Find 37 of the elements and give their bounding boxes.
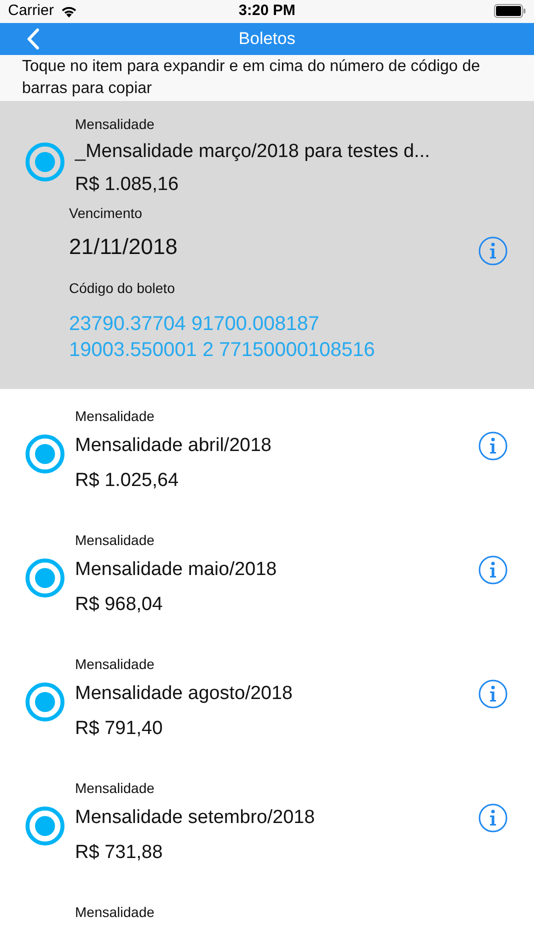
- radio-icon[interactable]: [24, 558, 64, 598]
- info-icon[interactable]: [478, 236, 508, 266]
- item-category: Mensalidade: [75, 115, 156, 133]
- info-icon[interactable]: [478, 431, 508, 461]
- item-amount: R$ 968,04: [75, 593, 164, 617]
- battery-icon: [494, 4, 526, 18]
- radio-icon[interactable]: [24, 682, 64, 722]
- item-category: Mensalidade: [75, 531, 156, 549]
- item-title: _Mensalidade março/2018 para testes d...: [75, 140, 430, 164]
- item-title: Mensalidade maio/2018: [75, 558, 277, 582]
- item-title: Mensalidade agosto/2018: [75, 682, 293, 706]
- item-category: Mensalidade: [75, 407, 156, 425]
- info-icon[interactable]: [478, 803, 508, 833]
- radio-icon[interactable]: [24, 434, 64, 474]
- clock-time: 3:20 PM: [238, 1, 296, 21]
- item-amount: R$ 731,88: [75, 841, 164, 865]
- carrier-label: Carrier: [8, 1, 54, 21]
- item-amount: R$ 1.025,64: [75, 469, 180, 493]
- due-date: 21/11/2018: [69, 232, 178, 260]
- due-label: Vencimento: [69, 204, 144, 223]
- item-amount: R$ 791,40: [75, 717, 164, 741]
- radio-icon[interactable]: [24, 142, 64, 182]
- back-chevron-icon: [26, 28, 40, 50]
- item-category: Mensalidade: [75, 903, 156, 921]
- instructions-text: Toque no item para expandir e em cima do número de código de barras para copiar: [22, 57, 482, 100]
- info-icon[interactable]: [478, 555, 508, 585]
- item-title: Mensalidade abril/2018: [75, 434, 272, 458]
- item-category: Mensalidade: [75, 779, 156, 797]
- info-icon[interactable]: [478, 679, 508, 709]
- radio-icon[interactable]: [24, 806, 64, 846]
- boleto-item[interactable]: Mensalidade _Mensalidade março/2018 para testes d... R$ 1.085,16 Vencimento 21/11/2018 Código do boleto 23790.37704 91700.008187 19003.550001 2 77150000108516: [0, 101, 534, 389]
- item-amount: R$ 1.085,16: [75, 173, 180, 197]
- item-title: Mensalidade setembro/2018: [75, 806, 315, 830]
- wifi-icon: [60, 4, 78, 18]
- nav-title: Boletos: [238, 28, 296, 50]
- item-category: Mensalidade: [75, 655, 156, 673]
- code-label: Código do boleto: [69, 279, 176, 298]
